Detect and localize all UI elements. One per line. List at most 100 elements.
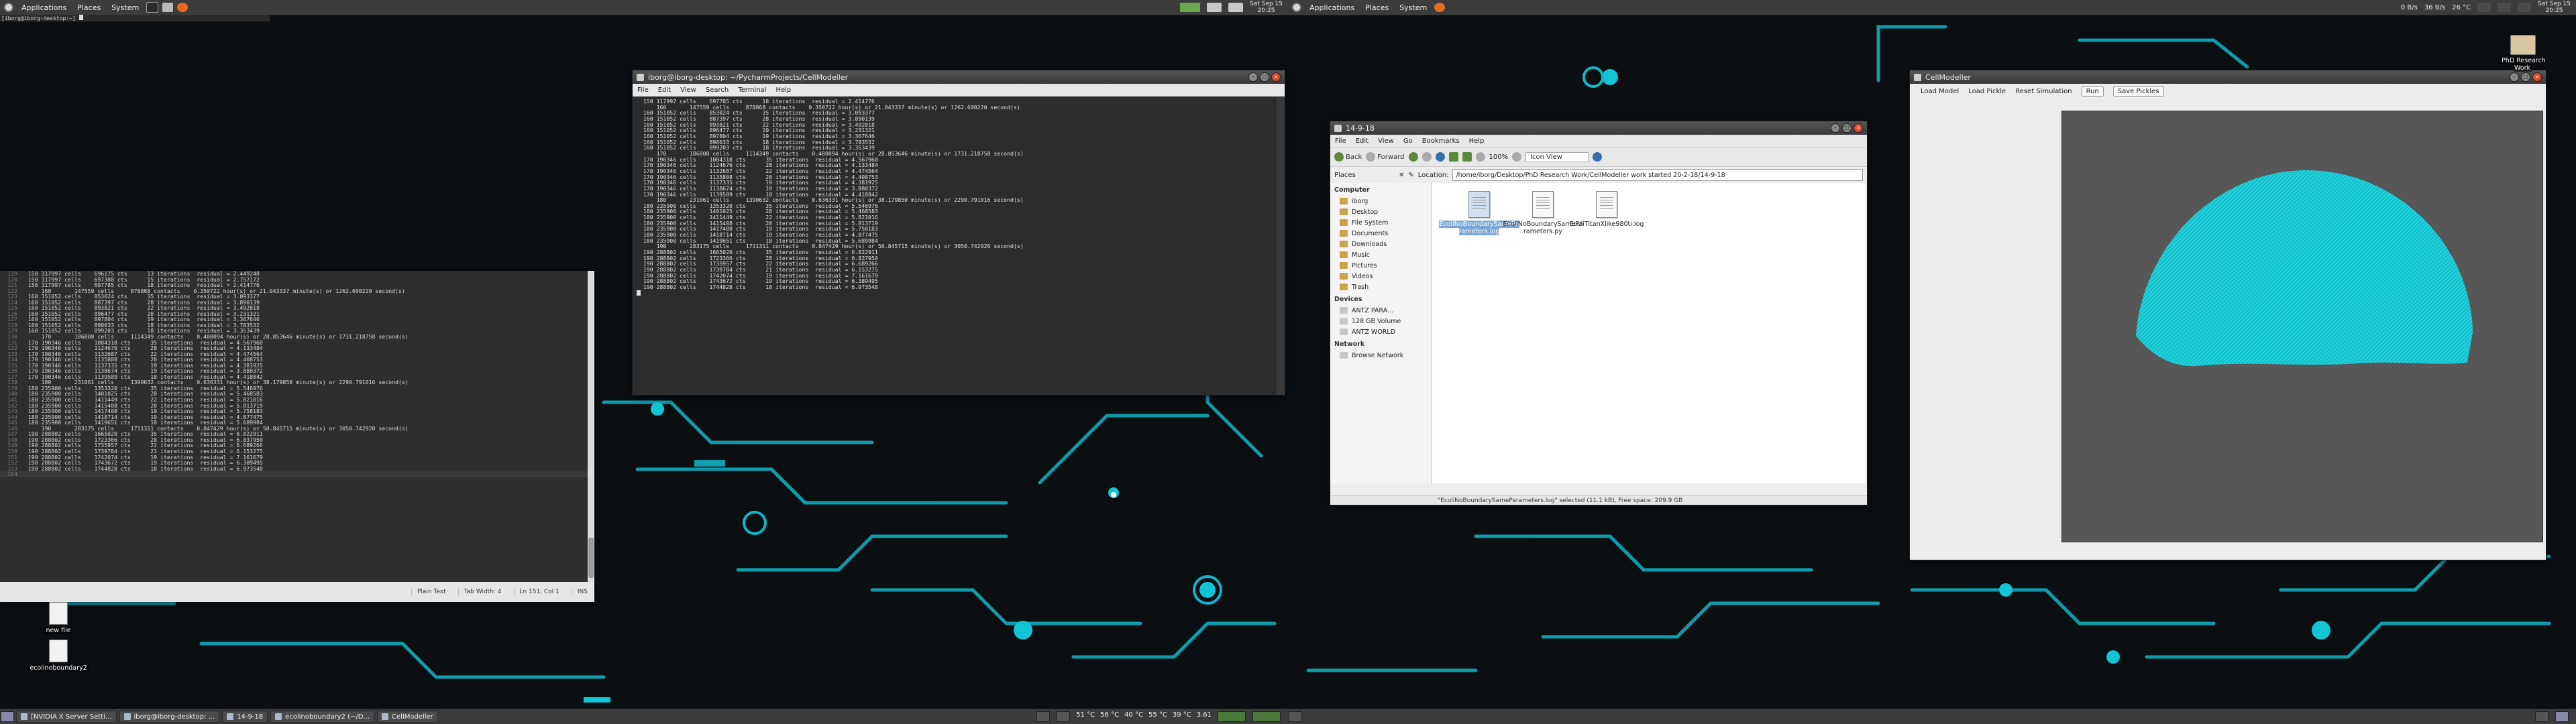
desktop-icon-new-file[interactable]: new file [28, 602, 89, 634]
menu-view[interactable]: View [1373, 137, 1399, 145]
show-desktop-icon[interactable] [1, 711, 14, 722]
save-pickles-button[interactable]: Save Pickles [2112, 86, 2164, 97]
menu-go[interactable]: Go [1399, 137, 1417, 145]
menu-search[interactable]: Search [701, 86, 733, 94]
menu-view[interactable]: View [676, 86, 701, 94]
file-view[interactable]: EcoliNoBoundarySameParameters.log EcoliNo… [1432, 183, 1866, 483]
terminal-output[interactable]: 150 117997 cells 697785 cts 18 iteration… [633, 97, 1275, 395]
mate-logo-icon[interactable] [1292, 3, 1301, 12]
home-icon[interactable] [1448, 152, 1458, 162]
load-pickle-button[interactable]: Load Pickle [1968, 88, 2006, 95]
simulation-view[interactable] [2061, 111, 2543, 542]
sidebar-item[interactable]: 128 GB Volume [1330, 316, 1431, 326]
minimize-button[interactable]: – [1831, 123, 1840, 133]
reload-icon[interactable] [1435, 152, 1445, 162]
taskbar-button[interactable]: ecolinoboundary2 (~/D... [270, 711, 375, 723]
bluetooth-icon[interactable] [2498, 3, 2512, 12]
sidebar-item[interactable]: iborg [1330, 196, 1431, 206]
forward-button[interactable]: Forward [1366, 152, 1405, 162]
close-button[interactable]: × [1271, 72, 1281, 82]
close-button[interactable]: × [1854, 123, 1863, 133]
tab-width-selector[interactable]: Tab Width: 4 [458, 589, 502, 595]
load-model-button[interactable]: Load Model [1921, 88, 1959, 95]
workspace-2[interactable] [1057, 711, 1071, 722]
menu-file[interactable]: File [1330, 137, 1351, 145]
gedit-text-area[interactable]: 119 150 117997 cells 696175 cts 13 itera… [0, 271, 588, 582]
menu-help[interactable]: Help [771, 86, 796, 94]
applications-menu[interactable]: Applications [16, 3, 72, 12]
places-dropdown[interactable]: Places [1334, 172, 1395, 179]
maximize-button[interactable]: □ [1842, 123, 1851, 133]
nvidia-indicator-icon[interactable] [1180, 3, 1201, 12]
graph-applet-2[interactable] [1252, 711, 1281, 722]
places-menu[interactable]: Places [1360, 3, 1394, 12]
menu-edit[interactable]: Edit [1351, 137, 1373, 145]
mate-logo-icon[interactable] [4, 3, 13, 12]
firefox-launcher-icon[interactable] [177, 3, 189, 12]
run-button[interactable]: Run [2081, 86, 2104, 97]
terminal-titlebar[interactable]: iborg@iborg-desktop: ~/PycharmProjects/C… [633, 70, 1285, 84]
menu-terminal[interactable]: Terminal [733, 86, 771, 94]
show-desktop-icon[interactable] [1289, 711, 1302, 722]
network-indicator-icon[interactable] [1207, 3, 1222, 12]
sidebar-item[interactable]: Browse Network [1330, 350, 1431, 361]
sidebar-item[interactable]: Videos [1330, 271, 1431, 282]
up-arrow-icon[interactable] [1408, 152, 1418, 162]
sidebar-item[interactable]: Desktop [1330, 206, 1431, 217]
menu-file[interactable]: File [633, 86, 653, 94]
workspace-1[interactable] [2535, 711, 2548, 722]
workspace-1[interactable] [1036, 711, 1051, 722]
location-input[interactable]: /home/iborg/Desktop/PhD Research Work/Ce… [1452, 169, 1863, 181]
desktop-icon-ecolinoboundary2[interactable]: ecolinoboundary2 [28, 640, 89, 672]
zoom-in-icon[interactable] [1512, 152, 1522, 162]
taskbar-button[interactable]: iborg@iborg-desktop: ... [119, 711, 220, 723]
reset-simulation-button[interactable]: Reset Simulation [2015, 88, 2072, 95]
sidebar-item[interactable]: Documents [1330, 228, 1431, 239]
minimize-button[interactable]: – [1248, 72, 1258, 82]
file-manager-titlebar[interactable]: 14-9-18 – □ × [1330, 121, 1867, 135]
applications-menu[interactable]: Applications [1304, 3, 1360, 12]
sidebar-item[interactable]: Downloads [1330, 239, 1431, 249]
menu-edit[interactable]: Edit [653, 86, 676, 94]
close-sidepane-icon[interactable]: ✕ [1399, 172, 1404, 179]
taskbar-button[interactable]: CellModeller [377, 711, 438, 723]
menu-help[interactable]: Help [1464, 137, 1489, 145]
sidebar-item[interactable]: Music [1330, 249, 1431, 260]
volume-indicator-icon[interactable] [1228, 3, 1244, 12]
terminal-scrollbar[interactable] [1277, 97, 1285, 395]
computer-icon[interactable] [1462, 152, 1472, 162]
taskbar-button[interactable]: [NVIDIA X Server Setti... [16, 711, 117, 723]
sidebar-item[interactable]: ANTZ WORLD [1330, 326, 1431, 337]
minimize-button[interactable]: – [2510, 72, 2519, 82]
maximize-button[interactable]: □ [1260, 72, 1269, 82]
editor-launcher-icon[interactable] [162, 3, 174, 12]
taskbar-button[interactable]: 14-9-18 [222, 711, 268, 723]
right-clock[interactable]: Sat Sep 15 20:25 [2538, 1, 2571, 14]
sidebar-item[interactable]: Trash [1330, 282, 1431, 292]
stop-icon[interactable] [1421, 152, 1432, 162]
menu-bookmarks[interactable]: Bookmarks [1417, 137, 1464, 145]
close-button[interactable]: × [2532, 72, 2542, 82]
terminal-launcher-icon[interactable] [146, 2, 159, 13]
search-icon[interactable] [1593, 152, 1603, 162]
cellmodeller-titlebar[interactable]: CellModeller – □ × [1910, 70, 2546, 84]
places-menu[interactable]: Places [72, 3, 106, 12]
system-menu[interactable]: System [106, 3, 144, 12]
file-item[interactable]: EcoliTitanXlike980ti.log [1566, 187, 1647, 228]
sidebar-item[interactable]: ANTZ PARA... [1330, 305, 1431, 316]
view-mode-select[interactable]: Icon View [1525, 152, 1589, 162]
firefox-launcher-icon[interactable] [1434, 3, 1446, 12]
graph-applet-1[interactable] [1218, 711, 1246, 722]
workspace-2[interactable] [2555, 711, 2569, 722]
back-button[interactable]: Back [1334, 152, 1362, 162]
maximize-button[interactable]: □ [2521, 72, 2530, 82]
language-selector[interactable]: Plain Text [411, 589, 446, 595]
system-menu[interactable]: System [1394, 3, 1432, 12]
desktop-icon-phd-research-work[interactable]: PhD Research Work [2493, 35, 2553, 72]
sidebar-item[interactable]: Pictures [1330, 260, 1431, 271]
gedit-scroll-thumb[interactable] [588, 538, 594, 578]
edit-location-icon[interactable]: ✎ [1408, 172, 1413, 179]
gedit-scrollbar[interactable] [588, 271, 594, 582]
bulb-icon[interactable] [2477, 3, 2491, 12]
left-clock[interactable]: Sat Sep 15 20:25 [1250, 1, 1283, 14]
